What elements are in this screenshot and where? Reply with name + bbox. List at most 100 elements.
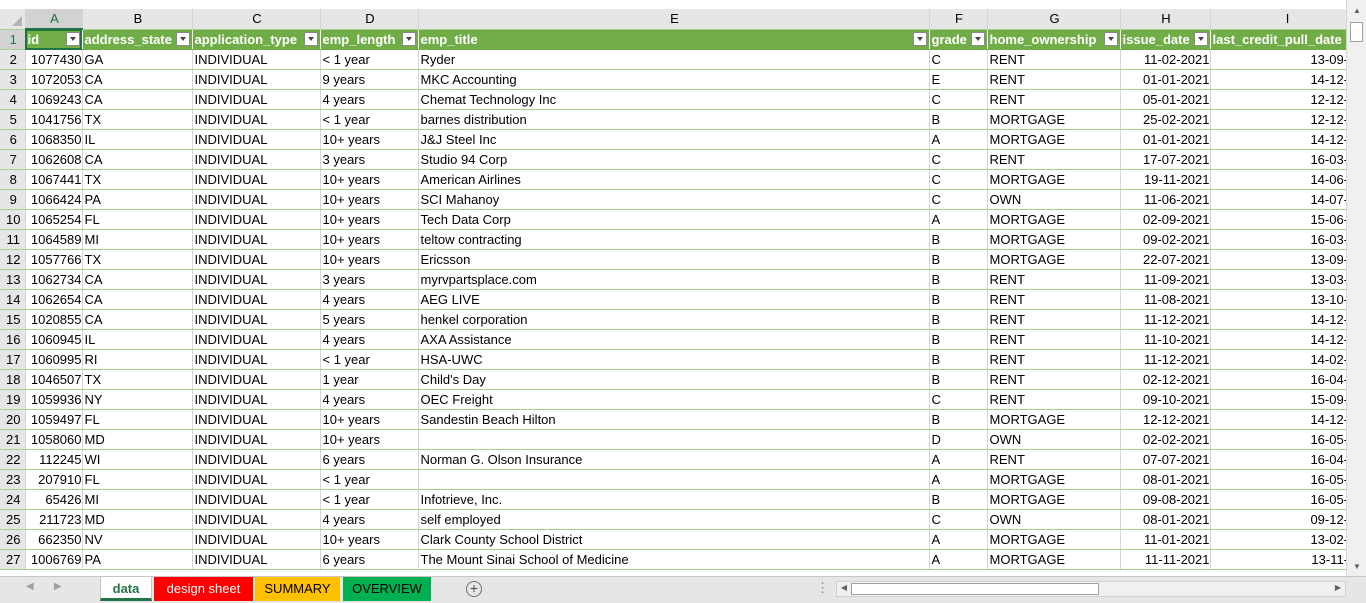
cell-application-type[interactable]: INDIVIDUAL: [192, 329, 321, 350]
cell-address-state[interactable]: CA: [82, 269, 193, 290]
cell-last-credit-pull-date[interactable]: 13-11-20: [1210, 549, 1346, 570]
cell-emp-title[interactable]: Sandestin Beach Hilton: [418, 409, 930, 430]
cell-issue-date[interactable]: 07-07-2021: [1120, 449, 1211, 470]
cell-address-state[interactable]: TX: [82, 109, 193, 130]
cell-grade[interactable]: B: [929, 269, 988, 290]
cell-issue-date[interactable]: 05-01-2021: [1120, 89, 1211, 110]
cell-grade[interactable]: B: [929, 409, 988, 430]
cell-emp-title[interactable]: MKC Accounting: [418, 69, 930, 90]
cell-address-state[interactable]: WI: [82, 449, 193, 470]
row-header[interactable]: 9: [0, 189, 26, 210]
cell-issue-date[interactable]: 09-10-2021: [1120, 389, 1211, 410]
cell-application-type[interactable]: INDIVIDUAL: [192, 509, 321, 530]
column-header-c[interactable]: C: [192, 9, 321, 30]
row-header[interactable]: 25: [0, 509, 26, 530]
cell-issue-date[interactable]: 09-08-2021: [1120, 489, 1211, 510]
cell-home-ownership[interactable]: RENT: [987, 289, 1121, 310]
cell-address-state[interactable]: RI: [82, 349, 193, 370]
cell-id[interactable]: 1065254: [25, 209, 83, 230]
cell-application-type[interactable]: INDIVIDUAL: [192, 549, 321, 570]
cell-emp-length[interactable]: 10+ years: [320, 229, 419, 250]
cell-address-state[interactable]: MI: [82, 229, 193, 250]
cell-issue-date[interactable]: 11-10-2021: [1120, 329, 1211, 350]
cell-issue-date[interactable]: 02-02-2021: [1120, 429, 1211, 450]
cell-emp-title[interactable]: barnes distribution: [418, 109, 930, 130]
sheet-tab-design-sheet[interactable]: design sheet: [154, 577, 253, 601]
cell-home-ownership[interactable]: RENT: [987, 449, 1121, 470]
row-header[interactable]: 13: [0, 269, 26, 290]
cell-last-credit-pull-date[interactable]: 16-04-20: [1210, 449, 1346, 470]
cell-last-credit-pull-date[interactable]: 16-05-20: [1210, 489, 1346, 510]
add-sheet-icon[interactable]: +: [466, 581, 482, 597]
cell-application-type[interactable]: INDIVIDUAL: [192, 149, 321, 170]
cell-home-ownership[interactable]: RENT: [987, 369, 1121, 390]
cell-last-credit-pull-date[interactable]: 16-05-20: [1210, 469, 1346, 490]
cell-emp-length[interactable]: 6 years: [320, 449, 419, 470]
previous-sheet-icon[interactable]: ◀: [26, 581, 34, 592]
scroll-down-icon[interactable]: ▼: [1349, 558, 1365, 574]
cell-last-credit-pull-date[interactable]: 14-12-20: [1210, 409, 1346, 430]
row-header[interactable]: 8: [0, 169, 26, 190]
cell-address-state[interactable]: FL: [82, 409, 193, 430]
cell-application-type[interactable]: INDIVIDUAL: [192, 229, 321, 250]
column-header-a[interactable]: A: [25, 9, 83, 30]
scroll-right-icon[interactable]: ▶: [1332, 583, 1344, 592]
column-header-i[interactable]: I: [1210, 9, 1346, 30]
cell-grade[interactable]: A: [929, 469, 988, 490]
cell-emp-length[interactable]: < 1 year: [320, 109, 419, 130]
cell-application-type[interactable]: INDIVIDUAL: [192, 369, 321, 390]
sheet-tab-overview[interactable]: OVERVIEW: [343, 577, 431, 601]
cell-emp-title[interactable]: myrvpartsplace.com: [418, 269, 930, 290]
cell-issue-date[interactable]: 09-02-2021: [1120, 229, 1211, 250]
cell-application-type[interactable]: INDIVIDUAL: [192, 349, 321, 370]
cell-application-type[interactable]: INDIVIDUAL: [192, 269, 321, 290]
header-cell-last-credit-pull-date[interactable]: last_credit_pull_date: [1210, 29, 1346, 50]
spreadsheet-grid[interactable]: ABCDEFGHI 1 id address_state application_ty…: [0, 0, 1346, 576]
row-header[interactable]: 10: [0, 209, 26, 230]
cell-emp-length[interactable]: 10+ years: [320, 129, 419, 150]
cell-address-state[interactable]: CA: [82, 149, 193, 170]
cell-id[interactable]: 1066424: [25, 189, 83, 210]
cell-issue-date[interactable]: 11-08-2021: [1120, 289, 1211, 310]
cell-last-credit-pull-date[interactable]: 13-09-20: [1210, 49, 1346, 70]
cell-home-ownership[interactable]: MORTGAGE: [987, 109, 1121, 130]
cell-emp-title[interactable]: SCI Mahanoy: [418, 189, 930, 210]
cell-grade[interactable]: C: [929, 509, 988, 530]
cell-emp-length[interactable]: 4 years: [320, 389, 419, 410]
cell-id[interactable]: 1057766: [25, 249, 83, 270]
cell-grade[interactable]: B: [929, 489, 988, 510]
cell-application-type[interactable]: INDIVIDUAL: [192, 189, 321, 210]
cell-emp-title[interactable]: Chemat Technology Inc: [418, 89, 930, 110]
cell-id[interactable]: 65426: [25, 489, 83, 510]
filter-dropdown-icon[interactable]: [1103, 31, 1118, 46]
cell-emp-length[interactable]: 10+ years: [320, 189, 419, 210]
row-header[interactable]: 27: [0, 549, 26, 570]
row-header[interactable]: 22: [0, 449, 26, 470]
cell-home-ownership[interactable]: MORTGAGE: [987, 469, 1121, 490]
cell-application-type[interactable]: INDIVIDUAL: [192, 49, 321, 70]
cell-home-ownership[interactable]: MORTGAGE: [987, 129, 1121, 150]
cell-emp-title[interactable]: American Airlines: [418, 169, 930, 190]
cell-home-ownership[interactable]: MORTGAGE: [987, 489, 1121, 510]
cell-application-type[interactable]: INDIVIDUAL: [192, 309, 321, 330]
cell-emp-title[interactable]: self employed: [418, 509, 930, 530]
row-header[interactable]: 20: [0, 409, 26, 430]
cell-emp-length[interactable]: 9 years: [320, 69, 419, 90]
sheet-tab-data[interactable]: data: [100, 577, 152, 601]
cell-application-type[interactable]: INDIVIDUAL: [192, 409, 321, 430]
row-header[interactable]: 12: [0, 249, 26, 270]
cell-issue-date[interactable]: 22-07-2021: [1120, 249, 1211, 270]
cell-home-ownership[interactable]: OWN: [987, 189, 1121, 210]
cell-id[interactable]: 1068350: [25, 129, 83, 150]
cell-last-credit-pull-date[interactable]: 12-12-20: [1210, 89, 1346, 110]
horizontal-scroll-thumb[interactable]: [851, 583, 1099, 595]
cell-emp-length[interactable]: 10+ years: [320, 409, 419, 430]
cell-last-credit-pull-date[interactable]: 15-06-20: [1210, 209, 1346, 230]
cell-home-ownership[interactable]: OWN: [987, 509, 1121, 530]
cell-grade[interactable]: B: [929, 229, 988, 250]
cell-emp-length[interactable]: 6 years: [320, 549, 419, 570]
cell-emp-length[interactable]: 10+ years: [320, 249, 419, 270]
cell-home-ownership[interactable]: RENT: [987, 269, 1121, 290]
cell-grade[interactable]: C: [929, 149, 988, 170]
header-cell-address-state[interactable]: address_state: [82, 29, 193, 50]
